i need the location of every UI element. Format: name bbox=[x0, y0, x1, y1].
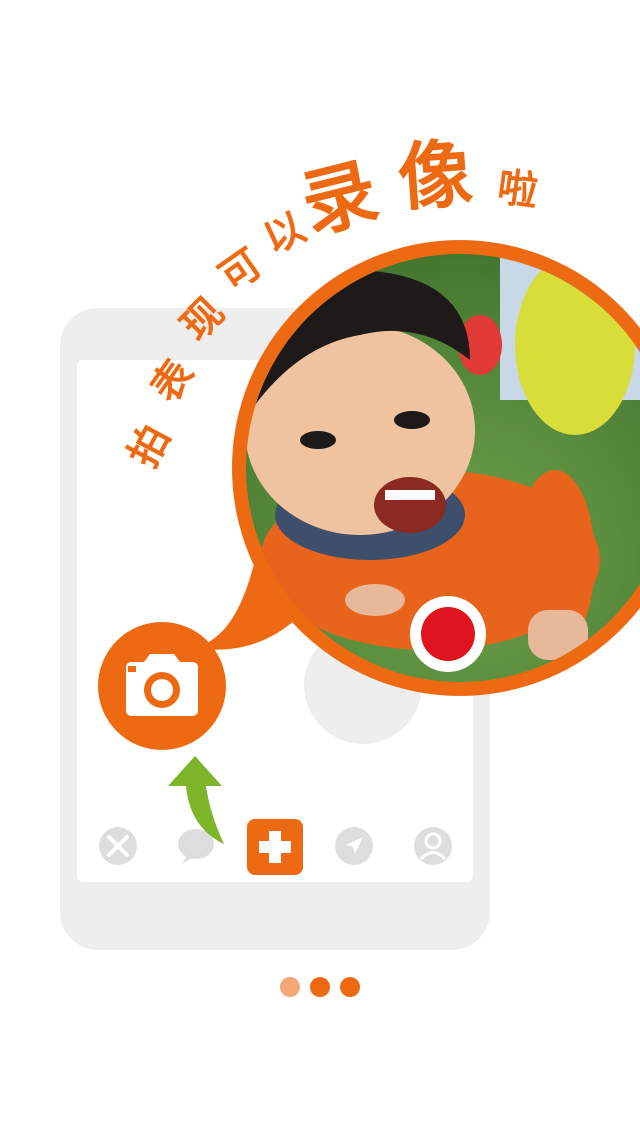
location-arrow-icon[interactable] bbox=[334, 826, 374, 866]
camera-button[interactable] bbox=[98, 622, 226, 750]
camera-icon bbox=[126, 654, 198, 716]
page-dot-1[interactable] bbox=[280, 977, 300, 997]
add-button[interactable] bbox=[247, 819, 303, 875]
photo-bubble bbox=[195, 240, 640, 696]
page-dot-3[interactable] bbox=[340, 977, 360, 997]
profile-icon[interactable] bbox=[413, 826, 453, 866]
plus-icon bbox=[259, 831, 291, 863]
page-indicator bbox=[280, 977, 360, 999]
green-arrow-icon bbox=[168, 756, 224, 844]
page-dot-2[interactable] bbox=[310, 977, 330, 997]
record-button[interactable] bbox=[410, 596, 486, 672]
compass-icon[interactable] bbox=[98, 826, 138, 866]
record-dot-icon bbox=[421, 607, 475, 661]
